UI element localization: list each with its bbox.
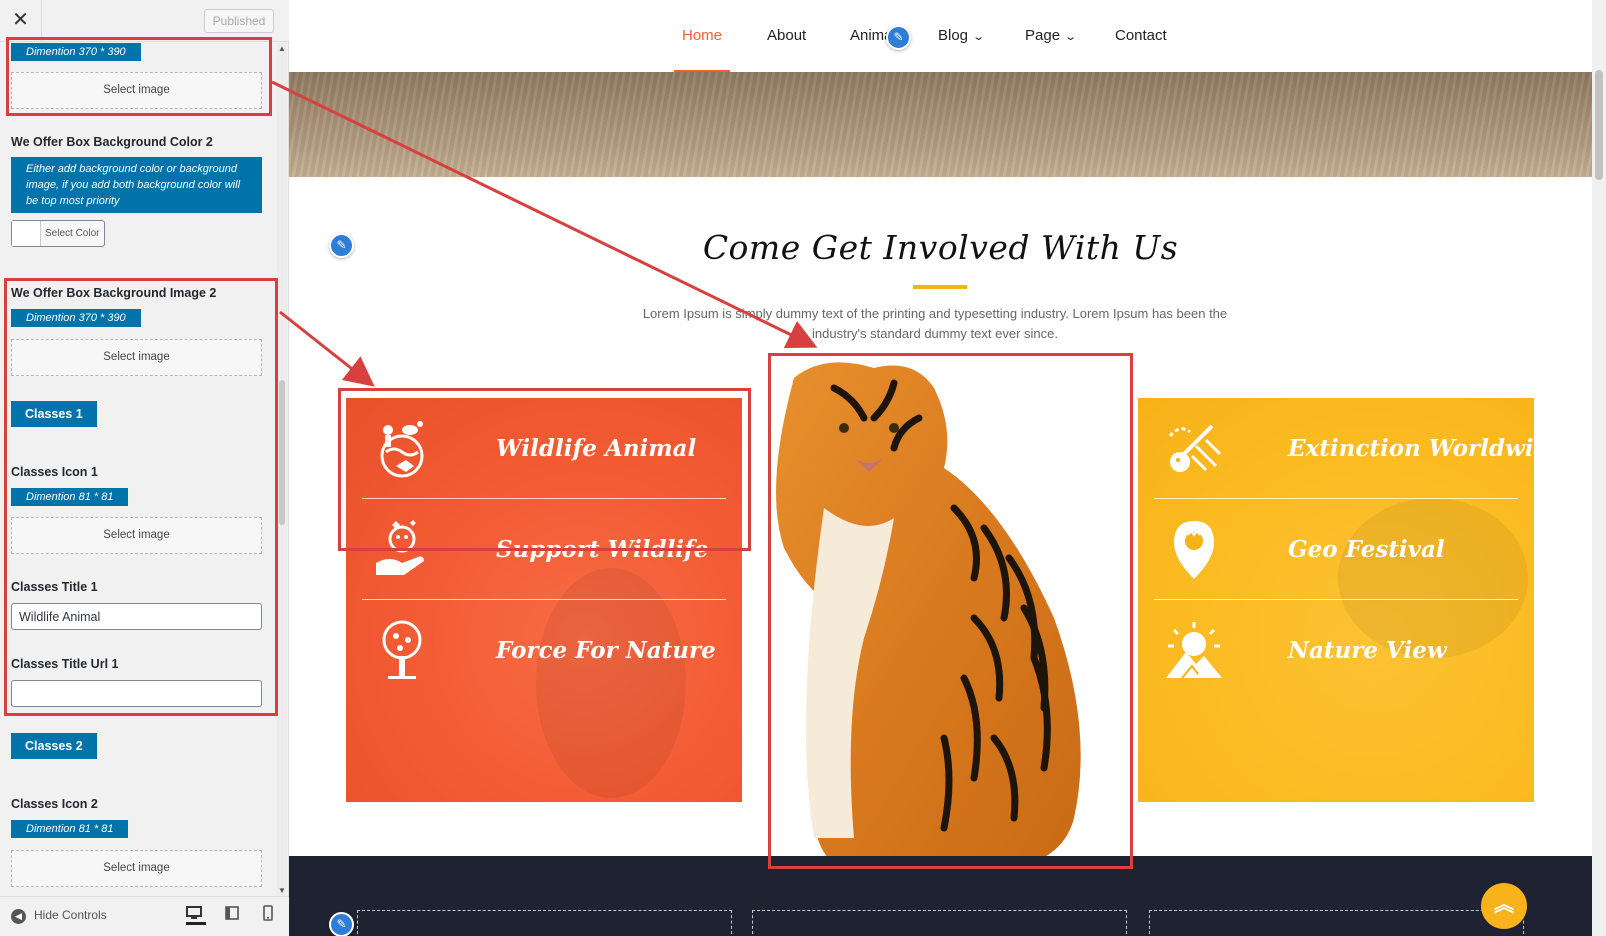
annotation-highlight-wildlife-item xyxy=(338,388,751,551)
annotation-highlight-tiger-image xyxy=(768,353,1133,869)
bg-color-2-description: Either add background color or backgroun… xyxy=(11,157,262,213)
offer-item-title[interactable]: Force For Nature xyxy=(496,600,716,701)
collapse-arrow-icon: ◀ xyxy=(11,909,26,924)
hide-controls-label: Hide Controls xyxy=(34,908,107,922)
published-button[interactable]: Published xyxy=(204,9,274,33)
chevron-down-icon: ⌄ xyxy=(1064,31,1078,43)
chevron-down-icon: ⌄ xyxy=(972,31,986,43)
classes-icon-2-label: Classes Icon 2 xyxy=(11,797,98,811)
nav-blog-label: Blog xyxy=(938,27,969,44)
classes-2-button[interactable]: Classes 2 xyxy=(11,733,97,759)
bg-color-2-label: We Offer Box Background Color 2 xyxy=(11,135,213,149)
nav-item-contact[interactable]: Contact xyxy=(1115,0,1167,72)
offer-item-title[interactable]: Extinction Worldwide xyxy=(1288,398,1534,499)
nav-item-blog[interactable]: Blog ⌄ xyxy=(938,0,986,72)
offer-item-extinction-worldwide[interactable]: Extinction Worldwide xyxy=(1154,398,1534,499)
scroll-up-arrow-icon[interactable]: ▲ xyxy=(277,44,287,53)
select-color-label: Select Color xyxy=(45,228,100,239)
sun-mountain-icon xyxy=(1166,622,1222,679)
title-underline xyxy=(913,285,967,289)
sidebar-scrollbar-thumb[interactable] xyxy=(279,380,285,525)
section-description: Lorem Ipsum is simply dummy text of the … xyxy=(642,306,1228,341)
footer-widget-area-2[interactable] xyxy=(752,910,1127,936)
nav-item-page[interactable]: Page ⌄ xyxy=(1025,0,1078,72)
classes-icon-2-select-button[interactable]: Select image xyxy=(11,850,262,887)
nature-tree-icon xyxy=(382,620,422,679)
hide-controls-button[interactable]: ◀ Hide Controls xyxy=(11,908,107,924)
footer-widget-area-1[interactable] xyxy=(357,910,732,936)
offer-box-right: Extinction Worldwide Geo Festival Nature… xyxy=(1138,398,1534,802)
offer-item-force-for-nature[interactable]: Force For Nature xyxy=(362,600,726,701)
desktop-preview-icon[interactable] xyxy=(186,905,206,925)
mobile-preview-icon[interactable] xyxy=(260,905,280,925)
offer-item-nature-view[interactable]: Nature View xyxy=(1154,600,1518,701)
preview-scrollbar-thumb[interactable] xyxy=(1595,70,1603,180)
offer-item-title[interactable]: Geo Festival xyxy=(1288,499,1445,600)
close-customizer-button[interactable]: ✕ xyxy=(0,0,42,42)
nav-item-home[interactable]: Home xyxy=(674,0,730,72)
annotation-highlight-bg-image-2 xyxy=(4,278,278,716)
customizer-footer: ◀ Hide Controls xyxy=(0,896,289,936)
nav-page-label: Page xyxy=(1025,27,1061,44)
annotation-highlight-top-image xyxy=(6,37,272,116)
color-swatch xyxy=(12,221,41,246)
customizer-header: ✕ Published xyxy=(0,0,289,42)
scroll-down-arrow-icon[interactable]: ▼ xyxy=(277,886,287,895)
offer-item-title[interactable]: Nature View xyxy=(1288,600,1447,701)
location-pin-icon xyxy=(1174,521,1214,579)
double-chevron-up-icon[interactable]: ︽ xyxy=(1481,883,1527,929)
section-title: Come Get Involved With Us xyxy=(702,228,1179,267)
classes-icon-2-dimension-note: Dimention 81 * 81 xyxy=(11,820,129,838)
nav-item-about[interactable]: About xyxy=(767,0,806,72)
offer-item-geo-festival[interactable]: Geo Festival xyxy=(1154,499,1518,600)
tablet-preview-icon[interactable] xyxy=(224,905,244,925)
edit-shortcut-pencil-icon[interactable]: ✎ xyxy=(886,25,911,50)
hero-banner-image xyxy=(289,72,1592,177)
main-navigation: Home About Anima Blog ⌄ Page ⌄ Contact ✎ xyxy=(289,0,1592,72)
edit-shortcut-pencil-icon[interactable]: ✎ xyxy=(329,912,354,936)
footer-widget-area-3[interactable] xyxy=(1149,910,1524,936)
select-color-button[interactable]: Select Color xyxy=(11,220,105,247)
extinction-dinosaur-icon xyxy=(1168,424,1222,472)
